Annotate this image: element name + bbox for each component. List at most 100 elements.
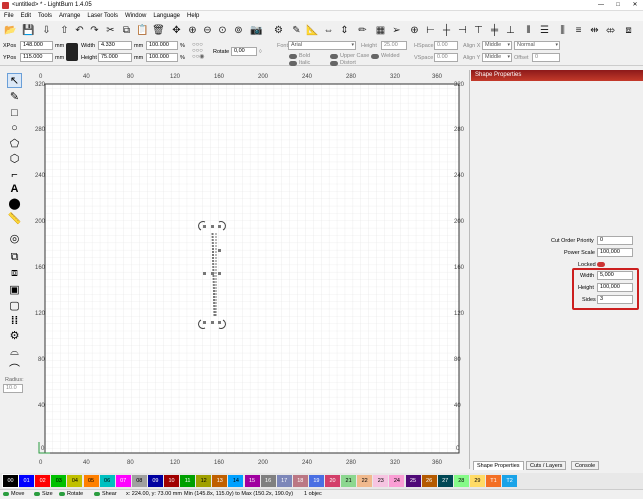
grid-array-tool-icon[interactable]: ⁞⁞ — [7, 313, 22, 328]
tab-console[interactable]: Console — [571, 461, 600, 470]
import-icon[interactable]: ⇩ — [40, 23, 53, 37]
menu-language[interactable]: Language — [149, 11, 183, 20]
menu-laser-tools[interactable]: Laser Tools — [83, 11, 121, 20]
radius-field[interactable]: 10.0 — [3, 384, 23, 393]
width-field[interactable]: 4.330 — [98, 41, 132, 50]
tab-shape-properties[interactable]: Shape Properties — [473, 461, 524, 470]
workspace[interactable]: 0 40 80 120 160 200 240 280 320 360 0 40… — [31, 70, 469, 469]
layer-swatch-21[interactable]: 21 — [341, 475, 357, 487]
boolean-subtract-icon[interactable]: ⧈ — [7, 266, 22, 281]
zoom-frame-icon[interactable]: ⊙ — [216, 23, 229, 37]
boolean-union-icon[interactable]: ⧉ — [7, 250, 22, 265]
width-percent-field[interactable]: 100.000 — [146, 41, 178, 50]
layer-swatch-00[interactable]: 00 — [2, 474, 19, 488]
layer-swatch-23[interactable]: 23 — [373, 475, 389, 487]
flip-h-icon[interactable]: ⇹ — [588, 23, 601, 37]
delete-icon[interactable]: 🗑 — [152, 23, 165, 37]
shear-status[interactable]: Shear — [94, 491, 117, 497]
layer-swatch-06[interactable]: 06 — [99, 475, 115, 487]
ypos-field[interactable]: 115.000 — [20, 53, 53, 62]
weld-icon[interactable]: ▢ — [7, 298, 22, 313]
align-left-icon[interactable]: ⊢ — [424, 23, 437, 37]
layer-swatch-T2[interactable]: T2 — [502, 475, 518, 487]
size-status[interactable]: Size — [34, 491, 53, 497]
redo-icon[interactable]: ↷ — [88, 23, 101, 37]
xpos-field[interactable]: 148.000 — [20, 41, 53, 50]
offset-field[interactable]: 0 — [532, 53, 560, 62]
mirror-v-icon[interactable]: ⇕ — [338, 23, 351, 37]
menu-window[interactable]: Window — [121, 11, 149, 20]
space-h-icon[interactable]: ⫼ — [556, 23, 569, 37]
camera-icon[interactable]: 📷 — [250, 23, 263, 37]
cut-order-field[interactable]: 0 — [597, 236, 633, 245]
open-folder-icon[interactable]: 📂 — [4, 23, 17, 37]
welded-toggle[interactable] — [371, 54, 379, 59]
maximize-button[interactable]: □ — [613, 1, 623, 10]
locked-toggle[interactable] — [597, 262, 605, 267]
layer-swatch-15[interactable]: 15 — [244, 475, 260, 487]
target-icon[interactable]: ⊕ — [408, 23, 421, 37]
layer-swatch-02[interactable]: 02 — [35, 475, 51, 487]
layer-swatch-17[interactable]: 17 — [276, 475, 292, 487]
align-x-select[interactable]: Middle — [482, 41, 512, 50]
sides-field[interactable]: 3 — [597, 295, 633, 304]
pan-icon[interactable]: ✥ — [170, 23, 183, 37]
canvas-svg[interactable] — [31, 70, 469, 469]
edit-nodes-tool-icon[interactable]: ✎ — [7, 89, 22, 104]
layer-swatch-24[interactable]: 24 — [389, 475, 405, 487]
fillet-tool-icon[interactable]: ⌒ — [7, 361, 22, 376]
distribute-v-icon[interactable]: ☰ — [538, 23, 551, 37]
settings-icon[interactable]: ⚙ — [272, 23, 285, 37]
send-icon[interactable]: ➢ — [390, 23, 403, 37]
layer-swatch-19[interactable]: 19 — [308, 475, 324, 487]
font-height-field[interactable]: 25.00 — [381, 41, 407, 50]
rotate-spin-icon[interactable]: ◊ — [259, 49, 262, 55]
undo-icon[interactable]: ↶ — [73, 23, 86, 37]
height-field[interactable]: 75.000 — [98, 53, 132, 62]
edit-nodes-icon[interactable]: ✏ — [356, 23, 369, 37]
layer-swatch-04[interactable]: 04 — [67, 475, 83, 487]
corner-tool-icon[interactable]: ⌓ — [7, 345, 22, 360]
layer-swatch-T1[interactable]: T1 — [486, 475, 501, 487]
align-middle-icon[interactable]: ╪ — [488, 23, 501, 37]
align-center-icon[interactable]: ┼ — [440, 23, 453, 37]
save-icon[interactable]: 💾 — [22, 23, 35, 37]
close-button[interactable]: ✕ — [630, 1, 640, 10]
layer-swatch-08[interactable]: 08 — [131, 475, 147, 487]
layer-swatch-26[interactable]: 26 — [421, 475, 437, 487]
layer-swatch-13[interactable]: 13 — [212, 475, 228, 487]
zoom-page-icon[interactable]: ⊚ — [232, 23, 245, 37]
rotate-status[interactable]: Rotate — [59, 491, 83, 497]
layer-swatch-10[interactable]: 10 — [164, 475, 179, 487]
hspace-field[interactable]: 0.00 — [434, 41, 458, 50]
shape-height-field[interactable]: 100,000 — [597, 283, 633, 292]
line-tool-icon[interactable]: ⌐ — [7, 167, 22, 182]
layer-swatch-18[interactable]: 18 — [292, 475, 308, 487]
layer-swatch-16[interactable]: 16 — [260, 475, 276, 487]
distribute-h-icon[interactable]: ⫴ — [522, 23, 535, 37]
ellipse-tool-icon[interactable]: ○ — [7, 120, 22, 135]
group-icon[interactable]: ⧈ — [622, 23, 635, 37]
bold-toggle[interactable] — [289, 54, 297, 59]
lock-icon[interactable] — [66, 43, 78, 61]
layer-swatch-20[interactable]: 20 — [325, 475, 340, 487]
layer-swatch-05[interactable]: 05 — [83, 475, 99, 487]
tools-icon[interactable]: ✎ — [290, 23, 303, 37]
menu-arrange[interactable]: Arrange — [55, 11, 83, 20]
boolean-intersect-icon[interactable]: ▣ — [7, 282, 22, 297]
space-v-icon[interactable]: ≡ — [572, 23, 585, 37]
upper-case-toggle[interactable] — [330, 54, 338, 59]
export-icon[interactable]: ⇧ — [58, 23, 71, 37]
mirror-h-icon[interactable]: ⇔ — [322, 23, 335, 37]
height-percent-field[interactable]: 100.000 — [146, 53, 178, 62]
paste-icon[interactable]: 📋 — [136, 23, 149, 37]
offset-shapes-icon[interactable]: ◎ — [7, 231, 22, 246]
layer-swatch-22[interactable]: 22 — [357, 475, 373, 487]
layer-swatch-29[interactable]: 29 — [469, 475, 485, 487]
layer-swatch-09[interactable]: 09 — [147, 475, 163, 487]
menu-help[interactable]: Help — [183, 11, 202, 20]
copy-icon[interactable]: ⧉ — [120, 23, 133, 37]
menu-edit[interactable]: Edit — [17, 11, 34, 20]
align-bottom-icon[interactable]: ⊥ — [504, 23, 517, 37]
pentagon-tool-icon[interactable]: ⬡ — [7, 151, 22, 166]
